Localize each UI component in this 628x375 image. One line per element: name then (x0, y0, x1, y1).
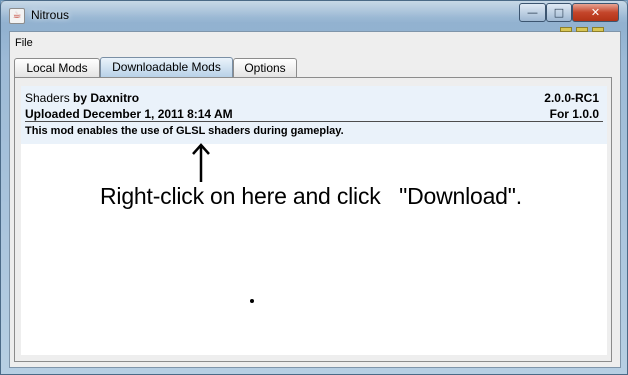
close-button[interactable]: ✕ (572, 3, 619, 22)
annotation-dot (250, 299, 254, 303)
menu-accent-decoration (576, 27, 588, 32)
minimize-button[interactable]: — (519, 3, 546, 22)
window-title: Nitrous (31, 8, 70, 22)
mod-author: by Daxnitro (73, 91, 140, 105)
title-bar[interactable]: ☕ Nitrous — □ ✕ (1, 1, 627, 31)
up-arrow-icon (192, 143, 210, 182)
mod-list-item[interactable]: Shaders by Daxnitro 2.0.0-RC1 Uploaded D… (21, 86, 607, 144)
app-window: ☕ Nitrous — □ ✕ File Local Mods Download… (0, 0, 628, 375)
menu-bar: File (10, 27, 620, 54)
menu-file[interactable]: File (15, 37, 33, 49)
mod-version: 2.0.0-RC1 (544, 91, 599, 105)
mod-list: Shaders by Daxnitro 2.0.0-RC1 Uploaded D… (21, 86, 607, 355)
mod-title: Shaders by Daxnitro (25, 91, 139, 105)
tab-strip: Local Mods Downloadable Mods Options (10, 56, 620, 78)
client-area: File Local Mods Downloadable Mods Option… (9, 27, 621, 368)
annotation-instruction: Right-click on here and click "Download"… (100, 183, 522, 209)
menu-accent-decoration (592, 27, 604, 32)
mod-target-version: For 1.0.0 (549, 107, 599, 121)
mod-separator (25, 121, 603, 122)
mod-upload-date: Uploaded December 1, 2011 8:14 AM (25, 107, 233, 121)
maximize-button[interactable]: □ (546, 3, 572, 22)
mod-name: Shaders (25, 91, 70, 105)
mod-description: This mod enables the use of GLSL shaders… (25, 125, 344, 137)
tab-content-panel: Shaders by Daxnitro 2.0.0-RC1 Uploaded D… (14, 77, 612, 362)
java-app-icon: ☕ (9, 8, 25, 24)
menu-accent-decoration (560, 27, 572, 32)
tab-downloadable-mods[interactable]: Downloadable Mods (100, 57, 233, 77)
tab-local-mods[interactable]: Local Mods (14, 58, 100, 77)
tab-options[interactable]: Options (233, 58, 297, 77)
